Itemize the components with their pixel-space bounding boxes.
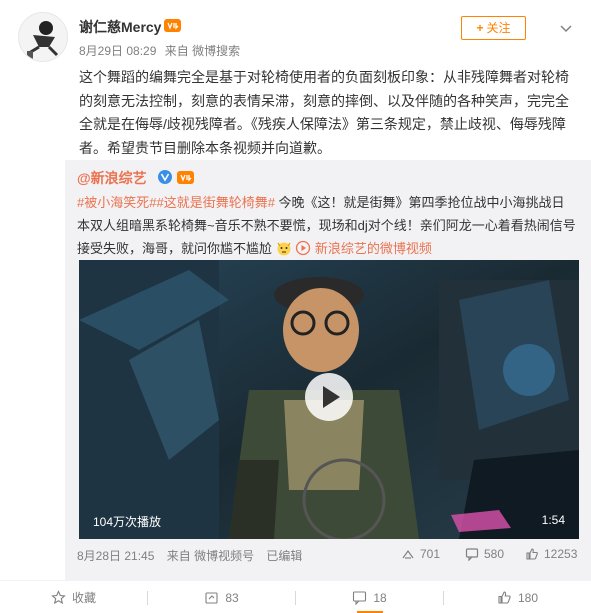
verified-icon: [158, 170, 172, 184]
post-date[interactable]: 8月29日 08:29: [79, 44, 156, 58]
repost-text: #被小海笑死##这就是街舞轮椅舞# 今晚《这！就是街舞》第四季抢位战中小海挑战日…: [77, 191, 577, 260]
like-icon: [498, 591, 511, 604]
repost-like-count: 12253: [544, 547, 578, 561]
hashtag-link[interactable]: #被小海笑死##这就是街舞轮椅舞#: [77, 195, 275, 210]
follow-label: 关注: [486, 21, 511, 35]
play-icon[interactable]: [304, 372, 354, 422]
edited-label[interactable]: 已编辑: [266, 549, 302, 563]
share-icon: [402, 549, 414, 559]
repost-count: 83: [225, 590, 239, 605]
collect-icon: [51, 590, 66, 605]
repost-date[interactable]: 8月28日 21:45: [77, 549, 154, 563]
comment-icon: [465, 548, 479, 561]
video-duration: 1:54: [541, 513, 565, 527]
comment-count: 18: [373, 590, 387, 605]
like-icon: [526, 548, 538, 560]
vip-icon[interactable]: [177, 170, 194, 185]
avatar[interactable]: [18, 12, 68, 62]
plus-icon: +: [476, 21, 484, 35]
video-source-link[interactable]: 新浪综艺的微博视频: [315, 241, 432, 256]
repost-box: @新浪综艺 #被小海笑死##这就是街舞轮椅舞# 今晚《这！就是街舞》第四季抢位战…: [65, 160, 591, 580]
post-text: 这个舞蹈的编舞完全是基于对轮椅使用者的负面刻板印象：从非残障舞者对轮椅的刻意无法…: [79, 69, 569, 156]
repost-like-action[interactable]: 12253: [525, 547, 577, 561]
share-icon: [205, 592, 218, 604]
repost-comment-count: 580: [484, 547, 505, 561]
collect-button[interactable]: 收藏: [0, 581, 147, 613]
repost-author[interactable]: @新浪综艺: [77, 168, 147, 188]
vip-icon[interactable]: [164, 18, 181, 33]
emoji-icon: [277, 242, 291, 256]
follow-button[interactable]: + 关注: [461, 16, 526, 40]
comment-icon: [353, 591, 367, 605]
user-name[interactable]: 谢仁慈Mercy: [79, 17, 161, 37]
repost-share-action[interactable]: 701: [401, 547, 440, 561]
view-count: 104万次播放: [93, 515, 162, 529]
comment-button[interactable]: 18: [296, 581, 443, 613]
post-source: 来自 微博搜索: [164, 44, 241, 58]
repost-meta: 8月28日 21:45 来自 微博视频号 已编辑: [77, 547, 311, 564]
collect-label: 收藏: [71, 591, 96, 605]
video-player[interactable]: 104万次播放 1:54: [79, 260, 579, 539]
repost-share-count: 701: [420, 547, 441, 561]
action-bar: 收藏 83 18 180: [0, 580, 591, 613]
like-button[interactable]: 180: [444, 581, 591, 613]
repost-comment-action[interactable]: 580: [465, 547, 504, 561]
link-video-icon: [296, 240, 311, 256]
repost-source: 来自 微博视频号: [166, 549, 255, 563]
post-meta: 8月29日 08:29 来自 微博搜索: [79, 42, 245, 59]
chevron-down-icon[interactable]: [556, 18, 576, 38]
weibo-post-card: 谢仁慈Mercy 8月29日 08:29 来自 微博搜索 + 关注 这个舞蹈的编舞…: [0, 0, 591, 613]
repost-button[interactable]: 83: [148, 581, 295, 613]
like-count: 180: [517, 590, 539, 605]
